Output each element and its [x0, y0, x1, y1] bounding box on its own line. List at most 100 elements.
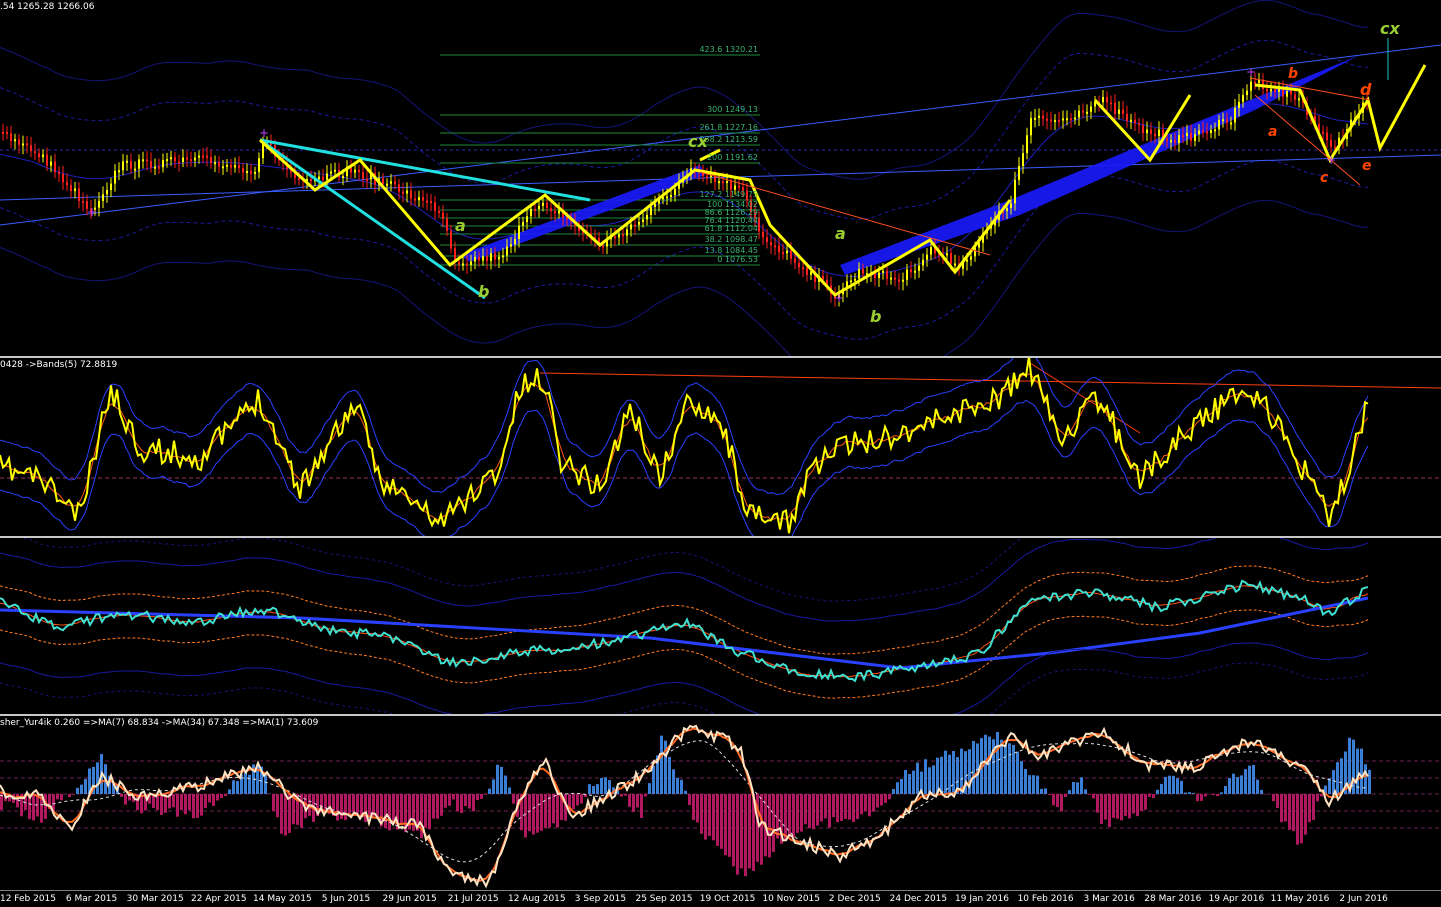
candle-body	[1062, 118, 1064, 120]
candle-body	[50, 162, 52, 166]
candle-body	[1170, 140, 1172, 142]
candle-body	[886, 271, 888, 279]
candle-body	[898, 280, 900, 282]
histogram-bar	[552, 794, 555, 823]
histogram-bar	[1132, 794, 1135, 813]
trend-line	[540, 373, 1441, 388]
histogram-bar	[368, 794, 371, 815]
histogram-bar	[120, 794, 123, 797]
histogram-bar	[1028, 775, 1031, 794]
histogram-bar	[72, 794, 75, 795]
histogram-bar	[1368, 770, 1371, 794]
histogram-bar	[1256, 780, 1259, 794]
histogram-bar	[480, 794, 483, 799]
candle-body	[30, 145, 32, 151]
candle-body	[230, 165, 232, 168]
fibonacci-level-label: 13.8 1084.45	[705, 246, 758, 255]
histogram-bar	[892, 789, 895, 794]
candle-body	[178, 161, 180, 163]
candle-body	[446, 219, 448, 231]
candle-body	[522, 222, 524, 226]
candle-body	[1070, 118, 1072, 120]
envelope-indicator-pane[interactable]	[0, 538, 1441, 714]
candle-body	[646, 215, 648, 219]
histogram-bar	[32, 794, 35, 820]
candle-body	[758, 218, 760, 231]
candle-body	[730, 181, 732, 190]
candle-body	[1006, 208, 1008, 211]
candle-body	[1138, 123, 1140, 125]
candle-body	[1122, 110, 1124, 114]
histogram-bar	[1012, 745, 1015, 794]
histogram-bar	[1148, 794, 1151, 797]
histogram-bar	[712, 794, 715, 840]
fibonacci-level-label: 200 1191.62	[707, 153, 758, 162]
candle-body	[458, 262, 460, 265]
bollinger-lower	[0, 160, 1368, 339]
histogram-bar	[760, 794, 763, 865]
histogram-bar	[708, 794, 711, 836]
histogram-bar	[500, 767, 503, 794]
price-chart-pane[interactable]: +++++ .54 1265.28 1266.06 423.6 1320.213…	[0, 0, 1441, 356]
histogram-bar	[1336, 762, 1339, 794]
candle-body	[150, 161, 152, 168]
histogram-bar	[544, 794, 547, 828]
candle-body	[602, 246, 604, 248]
histogram-bar	[512, 794, 515, 804]
candle-body	[498, 257, 500, 259]
histogram-bar	[1040, 789, 1043, 794]
candle-body	[1158, 130, 1160, 136]
histogram-bar	[952, 751, 955, 794]
candle-body	[442, 213, 444, 219]
histogram-bar	[1076, 782, 1079, 794]
wave-label: d	[1360, 80, 1371, 99]
candle-body	[406, 190, 408, 193]
candle-body	[70, 185, 72, 191]
candle-body	[310, 179, 312, 181]
rsi-bands-pane[interactable]: 0428 ->Bands(5) 72.8819	[0, 358, 1441, 536]
histogram-bar	[280, 794, 283, 834]
candle-body	[162, 160, 164, 167]
candle-body	[954, 264, 956, 266]
wave-label: c	[1320, 170, 1328, 186]
histogram-bar	[680, 780, 683, 794]
candle-body	[1046, 119, 1048, 121]
candle-body	[130, 161, 132, 169]
histogram-bar	[1016, 752, 1019, 794]
histogram-bar	[1068, 790, 1071, 794]
candle-body	[1294, 94, 1296, 99]
histogram-bar	[400, 794, 403, 824]
histogram-bar	[1184, 793, 1187, 794]
time-axis-label: 10 Feb 2016	[1018, 894, 1074, 904]
histogram-bar	[1000, 740, 1003, 794]
candle-body	[634, 224, 636, 226]
candle-body	[466, 264, 468, 266]
histogram-bar	[1004, 745, 1007, 794]
candle-body	[906, 269, 908, 279]
histogram-bar	[228, 789, 231, 794]
candle-body	[410, 190, 412, 198]
candle-body	[138, 159, 140, 168]
histogram-bar	[524, 794, 527, 837]
histogram-bar	[776, 794, 779, 838]
histogram-bar	[68, 794, 71, 797]
candle-body	[202, 156, 204, 158]
histogram-bar	[1044, 788, 1047, 794]
fisher-indicator-canvas	[0, 716, 1441, 890]
histogram-bar	[1252, 765, 1255, 794]
histogram-bar	[1124, 794, 1127, 816]
histogram-bar	[884, 794, 887, 803]
histogram-bar	[540, 794, 543, 831]
histogram-bar	[856, 794, 859, 819]
histogram-bar	[236, 781, 239, 794]
indicator-line	[0, 581, 1368, 681]
histogram-bar	[772, 794, 775, 852]
candle-body	[1066, 118, 1068, 120]
histogram-bar	[468, 794, 471, 809]
candle-body	[794, 259, 796, 263]
candle-body	[10, 133, 12, 141]
candle-body	[14, 139, 16, 141]
candle-body	[862, 269, 864, 274]
fisher-indicator-pane[interactable]: sher_Yur4ik 0.260 =>MA(7) 68.834 ->MA(34…	[0, 716, 1441, 890]
candle-body	[426, 201, 428, 203]
